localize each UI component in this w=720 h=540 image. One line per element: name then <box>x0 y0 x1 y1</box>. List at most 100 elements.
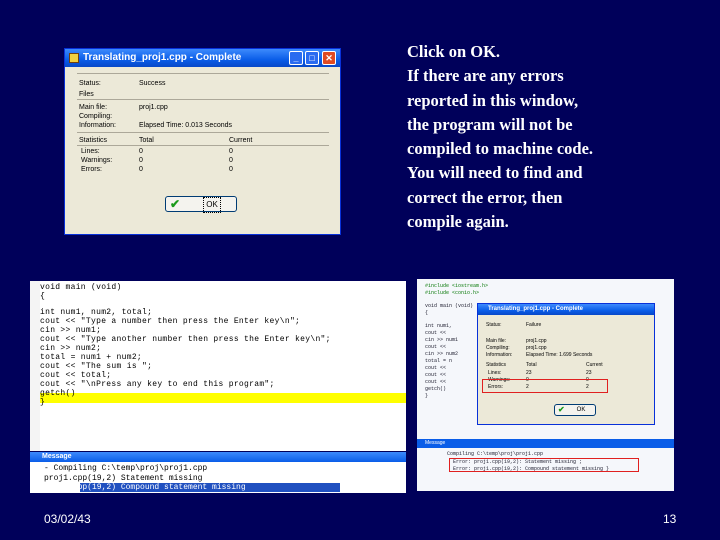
stats-header-total: Total <box>139 137 154 144</box>
mini-code-line: cout << <box>425 365 447 371</box>
slide-date: 03/02/43 <box>44 512 91 526</box>
instruction-line: compile again. <box>407 212 509 232</box>
code-line: cin >> num2; <box>40 344 102 353</box>
instruction-line: You will need to find and <box>407 163 583 183</box>
stats-section <box>77 132 329 133</box>
warnings-current: 0 <box>229 157 233 164</box>
mini-code-line: int num1, <box>425 323 453 329</box>
mini-information-label: Information: <box>486 352 513 358</box>
instruction-text: Click on OK. If there are any errors rep… <box>407 40 707 234</box>
code-line: cout << total; <box>40 371 112 380</box>
code-line: } <box>40 398 46 407</box>
mini-compile-dialog: Translating_proj1.cpp - Complete Status:… <box>477 303 655 425</box>
instruction-line: reported in this window, <box>407 90 579 110</box>
ok-button[interactable]: ✔ OK <box>165 196 237 213</box>
dialog-titlebar: Translating_proj1.cpp - Complete _ □ ✕ <box>65 49 340 67</box>
ok-label: OK <box>203 197 221 213</box>
minimize-button[interactable]: _ <box>289 51 303 65</box>
mini-main-file-value: proj1.cpp <box>526 338 547 344</box>
mini-code-line: cout << <box>425 344 447 350</box>
mini-message-line: Compiling C:\temp\proj\proj1.cpp <box>447 451 544 457</box>
mini-lines-current: 23 <box>586 370 592 376</box>
code-lines: void main (void) { int num1, num2, total… <box>30 281 406 451</box>
lines-total: 0 <box>139 148 143 155</box>
mini-status-value: Failure <box>526 322 542 328</box>
compile-complete-dialog: Translating_proj1.cpp - Complete _ □ ✕ S… <box>64 48 341 235</box>
warnings-label: Warnings: <box>81 157 113 164</box>
instruction-line: correct the error, then <box>407 187 563 207</box>
error-messages-highlight <box>449 458 639 472</box>
mini-code-line: { <box>425 310 429 316</box>
information-label: Information: <box>79 122 116 129</box>
close-button[interactable]: ✕ <box>322 51 336 65</box>
mini-compiling-value: proj1.cpp <box>526 345 547 351</box>
mini-check-icon: ✔ <box>558 405 565 414</box>
mini-code-line: cout << <box>425 330 447 336</box>
mini-compiling-label: Compiling: <box>486 345 510 351</box>
maximize-button[interactable]: □ <box>305 51 319 65</box>
mini-code-line: cin >> num1 <box>425 337 459 343</box>
code-line: int num1, num2, total; <box>40 308 153 317</box>
mini-message-title: Message <box>417 439 674 448</box>
mini-status-label: Status: <box>486 322 502 328</box>
lines-label: Lines: <box>81 148 100 155</box>
code-line: cout << "Type a number then press the En… <box>40 317 301 326</box>
status-value: Success <box>139 80 166 87</box>
mini-information-value: Elapsed Time: 1.699 Seconds <box>526 352 593 358</box>
errors-current: 0 <box>229 166 233 173</box>
mini-lines-label: Lines: <box>488 370 502 376</box>
lines-current: 0 <box>229 148 233 155</box>
status-section <box>77 73 329 74</box>
errors-row-highlight <box>482 379 608 393</box>
message-line-selected[interactable]: proj1.cpp(19,2) Compound statement missi… <box>44 483 246 492</box>
information-value: Elapsed Time: 0.013 Seconds <box>139 122 233 129</box>
compiling-label: Compiling: <box>79 113 113 120</box>
message-panel-title: Message <box>30 452 406 462</box>
slide-page-number: 13 <box>663 512 677 526</box>
mini-ok-button[interactable]: ✔ OK <box>554 404 596 416</box>
code-line: total = num1 + num2; <box>40 353 143 362</box>
errors-total: 0 <box>139 166 143 173</box>
instruction-line: Click on OK. <box>407 42 501 61</box>
mini-stats-header: Statistics <box>486 362 507 368</box>
instruction-line: If there are any errors <box>407 66 564 86</box>
mini-code-line: cout << <box>425 379 447 385</box>
code-line: cout << "The sum is "; <box>40 362 153 371</box>
app-icon <box>69 53 79 63</box>
code-line: getch() <box>40 389 76 398</box>
code-line: { <box>40 292 46 301</box>
mini-code-line: cout << <box>425 372 447 378</box>
mini-stats-total: Total <box>526 362 537 368</box>
mini-ok-label: OK <box>576 407 586 413</box>
code-line: cin >> num1; <box>40 326 102 335</box>
dialog-title: Translating_proj1.cpp - Complete <box>83 52 242 63</box>
instruction-line: the program will not be <box>407 114 573 134</box>
mini-code-line: total = n <box>425 358 453 364</box>
code-line: cout << "Type another number then press … <box>40 335 331 344</box>
stats-divider <box>77 145 329 146</box>
mini-code-line: cin >> num2 <box>425 351 459 357</box>
mini-stats-current: Current <box>586 362 603 368</box>
check-icon: ✔ <box>170 197 181 211</box>
slide: { "slide": { "instructions": [ "Click on… <box>0 0 720 540</box>
mini-titlebar: Translating_proj1.cpp - Complete <box>478 304 654 315</box>
code-line: cout << "\nPress any key to end this pro… <box>40 380 275 389</box>
instruction-line: compiled to machine code. <box>407 139 594 159</box>
files-label: Files <box>79 91 94 98</box>
main-file-label: Main file: <box>79 104 108 111</box>
mini-code-line: } <box>425 393 429 399</box>
status-label: Status: <box>79 80 101 87</box>
stats-header-current: Current <box>229 137 253 144</box>
message-line[interactable]: - Compiling C:\temp\proj\proj1.cpp <box>44 464 207 473</box>
mini-main-file-label: Main file: <box>486 338 507 344</box>
mini-code-line: void main (void) <box>425 303 474 309</box>
errors-label: Errors: <box>81 166 102 173</box>
mini-dialog-title: Translating_proj1.cpp - Complete <box>488 306 584 312</box>
mini-code-line: getch() <box>425 386 447 392</box>
mini-code-line: #include <conio.h> <box>425 290 480 296</box>
message-line[interactable]: proj1.cpp(19,2) Statement missing <box>44 474 202 483</box>
mini-lines-total: 23 <box>526 370 532 376</box>
warnings-total: 0 <box>139 157 143 164</box>
code-line: void main (void) <box>40 283 122 292</box>
stats-header: Statistics <box>79 137 108 144</box>
